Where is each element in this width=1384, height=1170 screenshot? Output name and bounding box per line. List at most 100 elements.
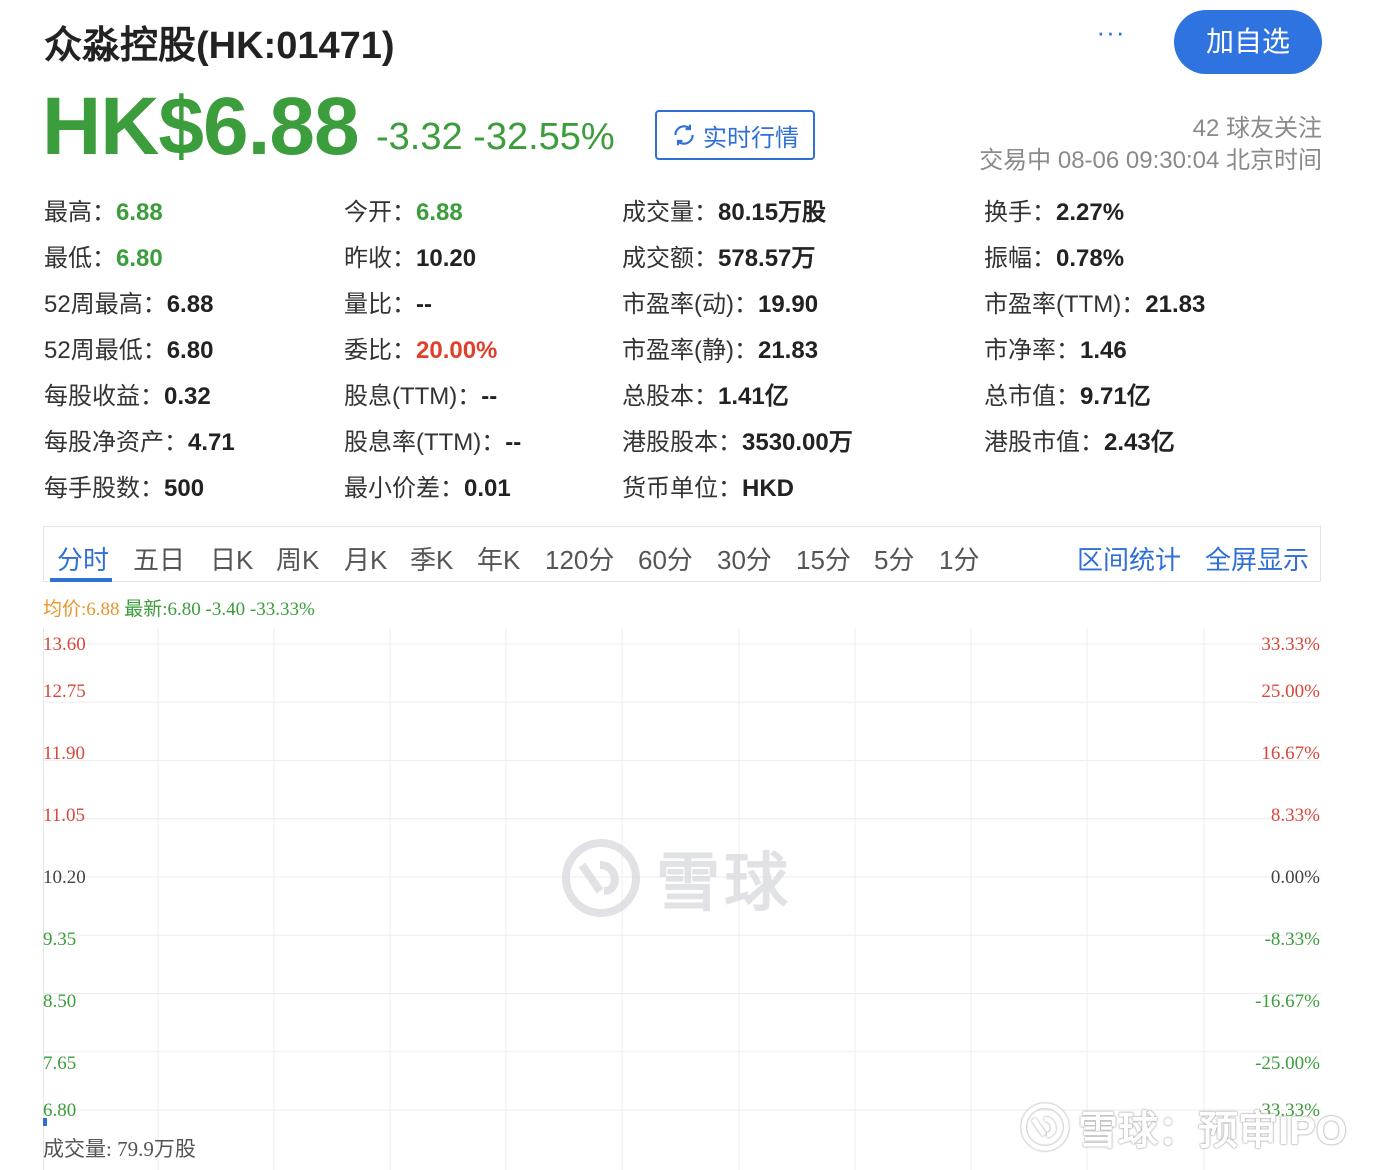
stat-item: 今开：6.88 bbox=[344, 192, 463, 227]
tab-10[interactable]: 15分 bbox=[796, 540, 851, 577]
y-left-tick-label: 7.65 bbox=[43, 1053, 77, 1074]
fullscreen-button[interactable]: 全屏显示 bbox=[1205, 540, 1309, 577]
stat-item: 每股收益：0.32 bbox=[44, 376, 211, 411]
stat-label: 最低： bbox=[44, 245, 116, 272]
tab-3[interactable]: 周K bbox=[276, 540, 319, 577]
stat-value: HKD bbox=[742, 475, 794, 502]
realtime-quote-label: 实时行情 bbox=[703, 124, 799, 152]
y-left-tick-label: 8.50 bbox=[43, 991, 77, 1012]
tab-8[interactable]: 60分 bbox=[638, 540, 693, 577]
stat-label: 每股净资产： bbox=[44, 429, 188, 456]
tab-1[interactable]: 五日 bbox=[133, 540, 185, 577]
stat-value: 6.88 bbox=[166, 291, 214, 318]
tab-6[interactable]: 年K bbox=[477, 540, 520, 577]
stat-item: 52周最低：6.80 bbox=[44, 330, 213, 365]
stat-value: 0.78% bbox=[1056, 245, 1125, 272]
stat-label: 港股股本： bbox=[622, 429, 742, 456]
trade-status-time: 交易中 08-06 09:30:04 北京时间 bbox=[979, 147, 1322, 174]
stat-value: 80.15万股 bbox=[718, 199, 827, 226]
stat-value: 21.83 bbox=[1145, 291, 1206, 318]
tab-9[interactable]: 30分 bbox=[717, 540, 772, 577]
snowball-logo-icon bbox=[562, 839, 640, 917]
stat-item: 总股本：1.41亿 bbox=[622, 376, 789, 411]
add-to-watchlist-button[interactable]: 加自选 bbox=[1174, 10, 1322, 74]
stat-label: 成交额： bbox=[622, 245, 718, 272]
stat-item: 委比：20.00% bbox=[344, 330, 497, 365]
tab-7[interactable]: 120分 bbox=[545, 540, 614, 577]
stat-value: 10.20 bbox=[416, 245, 477, 272]
stat-value: 6.80 bbox=[166, 337, 214, 364]
stat-item: 最小价差：0.01 bbox=[344, 468, 511, 503]
stat-label: 今开： bbox=[344, 199, 416, 226]
y-right-tick-label: 25.00% bbox=[1261, 681, 1320, 702]
stat-item: 昨收：10.20 bbox=[344, 238, 476, 273]
stat-item: 每股净资产：4.71 bbox=[44, 422, 235, 457]
y-right-tick-label: -16.67% bbox=[1255, 991, 1320, 1012]
volume-label: 成交量: 79.9万股 bbox=[43, 1137, 196, 1161]
stat-value: 0.32 bbox=[164, 383, 211, 410]
stat-item: 货币单位：HKD bbox=[622, 468, 794, 503]
active-tab-indicator bbox=[50, 578, 112, 582]
corner-watermark: 雪球：预审IPO bbox=[1020, 1098, 1347, 1156]
tab-2[interactable]: 日K bbox=[210, 540, 253, 577]
stat-value: 2.43亿 bbox=[1104, 429, 1175, 456]
current-price: HK$6.88 bbox=[42, 81, 360, 172]
stat-label: 市净率： bbox=[984, 337, 1080, 364]
stat-value: 20.00% bbox=[416, 337, 498, 364]
stat-label: 量比： bbox=[344, 291, 416, 318]
stat-value: 2.27% bbox=[1056, 199, 1125, 226]
stat-label: 每手股数： bbox=[44, 475, 164, 502]
stat-label: 总股本： bbox=[622, 383, 718, 410]
stat-value: -- bbox=[505, 429, 522, 456]
stat-value: 6.80 bbox=[116, 245, 163, 272]
y-right-tick-label: 16.67% bbox=[1261, 743, 1320, 764]
tab-5[interactable]: 季K bbox=[410, 540, 453, 577]
stat-value: 6.88 bbox=[416, 199, 463, 226]
stat-label: 市盈率(TTM)： bbox=[984, 291, 1146, 318]
stat-item: 成交量：80.15万股 bbox=[622, 192, 826, 227]
stat-item: 每手股数：500 bbox=[44, 468, 204, 503]
stat-item: 最高：6.88 bbox=[44, 192, 163, 227]
legend-average-price: 均价:6.88 bbox=[43, 599, 120, 620]
y-right-tick-label: 33.33% bbox=[1261, 634, 1320, 655]
stat-value: 578.57万 bbox=[718, 245, 816, 272]
stat-label: 每股收益： bbox=[44, 383, 164, 410]
tab-4[interactable]: 月K bbox=[344, 540, 387, 577]
y-left-tick-label: 9.35 bbox=[43, 929, 77, 950]
stat-value: -- bbox=[481, 383, 498, 410]
stat-label: 总市值： bbox=[984, 383, 1080, 410]
stat-item: 市净率：1.46 bbox=[984, 330, 1127, 365]
stat-value: 9.71亿 bbox=[1080, 383, 1151, 410]
stat-label: 最小价差： bbox=[344, 475, 464, 502]
stat-item: 港股市值：2.43亿 bbox=[984, 422, 1175, 457]
y-left-tick-label: 11.05 bbox=[43, 805, 86, 826]
stat-value: 19.90 bbox=[757, 291, 819, 318]
tab-12[interactable]: 1分 bbox=[939, 540, 979, 577]
tab-11[interactable]: 5分 bbox=[874, 540, 914, 577]
price-change: -3.32 -32.55% bbox=[376, 116, 615, 158]
stat-label: 52周最低： bbox=[44, 337, 167, 364]
stat-label: 最高： bbox=[44, 199, 116, 226]
realtime-quote-button[interactable]: 实时行情 bbox=[655, 110, 815, 160]
y-left-tick-label: 11.90 bbox=[43, 743, 86, 764]
y-left-tick-label: 6.80 bbox=[43, 1100, 77, 1121]
tab-0[interactable]: 分时 bbox=[57, 540, 109, 577]
stat-value: 500 bbox=[164, 475, 205, 502]
stat-label: 货币单位： bbox=[622, 475, 742, 502]
y-left-tick-label: 12.75 bbox=[43, 681, 86, 702]
watermark-text: 雪球 bbox=[656, 847, 792, 919]
stat-item: 量比：-- bbox=[344, 284, 432, 319]
more-options-icon[interactable]: ··· bbox=[1094, 19, 1128, 46]
stat-value: 21.83 bbox=[757, 337, 819, 364]
stat-label: 港股市值： bbox=[984, 429, 1104, 456]
y-right-tick-label: 0.00% bbox=[1270, 867, 1320, 888]
stat-value: -- bbox=[416, 291, 432, 318]
y-right-tick-label: -8.33% bbox=[1264, 929, 1320, 950]
stat-item: 总市值：9.71亿 bbox=[984, 376, 1151, 411]
watermark: 雪球 bbox=[560, 832, 792, 924]
stat-value: 1.46 bbox=[1080, 337, 1127, 364]
stat-item: 52周最高：6.88 bbox=[44, 284, 213, 319]
stat-value: 6.88 bbox=[116, 199, 163, 226]
range-stats-button[interactable]: 区间统计 bbox=[1077, 540, 1181, 577]
stat-item: 市盈率(TTM)：21.83 bbox=[984, 284, 1205, 319]
